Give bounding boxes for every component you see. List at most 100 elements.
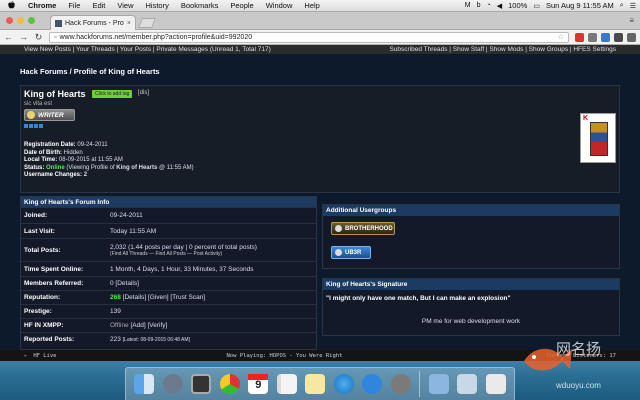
spotlight-icon[interactable]: ⌕ [620, 2, 624, 10]
play-arrow-icon[interactable]: ▸ [24, 353, 27, 359]
chrome-settings-icon[interactable] [627, 32, 636, 42]
address-bar[interactable]: ▫ www.hackforums.net/member.php?action=p… [49, 31, 569, 43]
hackforums-favicon-icon [55, 19, 62, 27]
status-detail-name[interactable]: King of Hearts [116, 165, 157, 171]
user-nav-links-right[interactable]: Subscribed Threads | Show Staff | Show M… [389, 46, 616, 53]
dob-label: Date of Birth: [24, 149, 62, 156]
menu-edit[interactable]: Edit [86, 1, 111, 10]
page-icon: ▫ [54, 33, 57, 41]
total-posts-value: 2,032 (1.44 posts per day | 0 percent of… [110, 243, 257, 251]
chrome-menu-icon[interactable]: ≡ [629, 16, 634, 25]
launchpad-rocket-icon[interactable] [162, 374, 183, 394]
signature-box: King of Hearts's Signature "I might only… [322, 278, 620, 336]
back-arrow-icon[interactable]: ← [4, 32, 13, 42]
username-changes-value[interactable]: 2 [84, 172, 87, 178]
breadcrumb[interactable]: Hack Forums / Profile of King of Hearts [20, 67, 160, 76]
forum-info-table: King of Hearts's Forum Info Joined: 09-2… [20, 196, 317, 350]
reload-icon[interactable]: ↻ [34, 32, 43, 43]
now-playing: Now Playing: HOPOS - You Were Right [226, 352, 343, 359]
signature-header: King of Hearts's Signature [323, 279, 619, 290]
menu-window[interactable]: Window [260, 1, 299, 10]
extension-blue-icon[interactable] [601, 32, 610, 42]
writer-rank-badge: WRITER [24, 109, 75, 121]
documents-folder-icon[interactable] [428, 374, 449, 394]
window-controls [6, 17, 35, 24]
menu-bookmarks[interactable]: Bookmarks [175, 1, 225, 10]
table-row: HF IN XMPP: Offline [Add] [Verify] [21, 318, 316, 332]
battery-icon[interactable]: ▭ [533, 2, 540, 10]
volume-icon[interactable]: ◀ [497, 2, 502, 10]
ub3r-emblem-icon [335, 249, 342, 256]
browser-tab-active[interactable]: Hack Forums - Profile of K × [50, 15, 136, 30]
bookmark-star-icon[interactable]: ☆ [558, 33, 564, 41]
reputation-links[interactable]: [Details] [Given] [Trust Scan] [123, 294, 205, 301]
minimize-window-button[interactable] [17, 17, 24, 24]
calendar-icon[interactable]: 9 [248, 374, 269, 394]
address-url[interactable]: www.hackforums.net/member.php?action=pro… [59, 34, 252, 41]
menubar-status-area: M b ◔ ◀ 100% ▭ Sun Aug 9 11:55 AM ⌕ ☰ [465, 1, 640, 10]
row-label: Total Posts: [24, 246, 61, 254]
menu-view[interactable]: View [111, 1, 139, 10]
radio-label[interactable]: HF Live [33, 353, 56, 359]
reported-posts-value: 223 [110, 336, 121, 343]
finder-icon[interactable] [134, 374, 155, 394]
row-label: Time Spent Online: [24, 265, 84, 273]
downloads-folder-icon[interactable] [457, 374, 478, 394]
wifi-icon[interactable]: ◔ [487, 2, 491, 9]
status-m-icon[interactable]: M [465, 2, 471, 9]
extension-dark-icon[interactable] [614, 32, 623, 42]
find-posts-links[interactable]: (Find All Threads — Find All Posts — Pos… [110, 251, 313, 257]
writer-rank-label: WRITER [38, 111, 64, 119]
close-window-button[interactable] [6, 17, 13, 24]
profile-username: King of Hearts [24, 89, 86, 99]
reputation-value[interactable]: 268 [110, 294, 121, 301]
status-b-icon[interactable]: b [477, 2, 481, 9]
battery-percent[interactable]: 100% [508, 1, 527, 10]
report-link[interactable]: [dis] [138, 90, 149, 96]
messages-icon[interactable] [333, 374, 354, 394]
profile-header-box: King of Hearts Click to add tag [dis] si… [20, 85, 620, 193]
extension-icons [575, 32, 636, 42]
menu-app-name[interactable]: Chrome [22, 1, 62, 10]
brotherhood-emblem-icon [335, 225, 342, 232]
system-preferences-gear-icon[interactable] [390, 374, 411, 394]
menu-help[interactable]: Help [298, 1, 325, 10]
chrome-icon[interactable] [219, 374, 240, 394]
table-row: Prestige: 139 [21, 304, 316, 318]
zoom-window-button[interactable] [28, 17, 35, 24]
reported-latest: [Latest: 08-09-2015 06:48 AM] [122, 337, 190, 343]
rank-star-icon [29, 124, 33, 128]
add-tag-button[interactable]: Click to add tag [92, 90, 133, 98]
reminders-icon[interactable] [276, 374, 297, 394]
notification-center-icon[interactable]: ☰ [630, 2, 636, 10]
ub3r-group-badge[interactable]: UB3R [331, 246, 371, 259]
mission-control-icon[interactable] [191, 374, 212, 394]
menu-history[interactable]: History [140, 1, 175, 10]
row-label: Reported Posts: [24, 336, 75, 343]
menu-people[interactable]: People [224, 1, 259, 10]
table-row: Joined: 09-24-2011 [21, 207, 316, 223]
menubar-clock[interactable]: Sun Aug 9 11:55 AM [546, 1, 614, 10]
menu-file[interactable]: File [62, 1, 86, 10]
row-value: 223 [Latest: 08-09-2015 06:48 AM] [110, 336, 313, 343]
xmpp-status: Offline [110, 322, 129, 329]
trash-icon[interactable] [485, 374, 506, 394]
row-value: 1 Month, 4 Days, 1 Hour, 33 Minutes, 37 … [110, 265, 254, 273]
notes-icon[interactable] [305, 374, 326, 394]
members-referred-value[interactable]: 0 [Details] [110, 280, 313, 287]
brotherhood-group-badge[interactable]: BROTHERHOOD [331, 222, 395, 235]
group-label: UB3R [345, 249, 362, 256]
new-tab-button[interactable] [138, 18, 156, 28]
apple-menu-icon[interactable] [0, 0, 22, 11]
extension-red-icon[interactable] [575, 32, 584, 42]
tab-close-icon[interactable]: × [127, 20, 131, 27]
watermark-text: 网名扬 [556, 340, 602, 358]
row-label: Last Visit: [24, 227, 55, 235]
app-store-icon[interactable] [362, 374, 383, 394]
extension-gray-icon[interactable] [588, 32, 597, 42]
user-nav-links-left[interactable]: View New Posts | Your Threads | Your Pos… [24, 46, 271, 53]
forum-info-header: King of Hearts's Forum Info [21, 197, 316, 207]
row-value: 09-24-2011 [110, 212, 143, 219]
forward-arrow-icon[interactable]: → [19, 32, 28, 42]
xmpp-links[interactable]: [Add] [Verify] [130, 322, 167, 329]
